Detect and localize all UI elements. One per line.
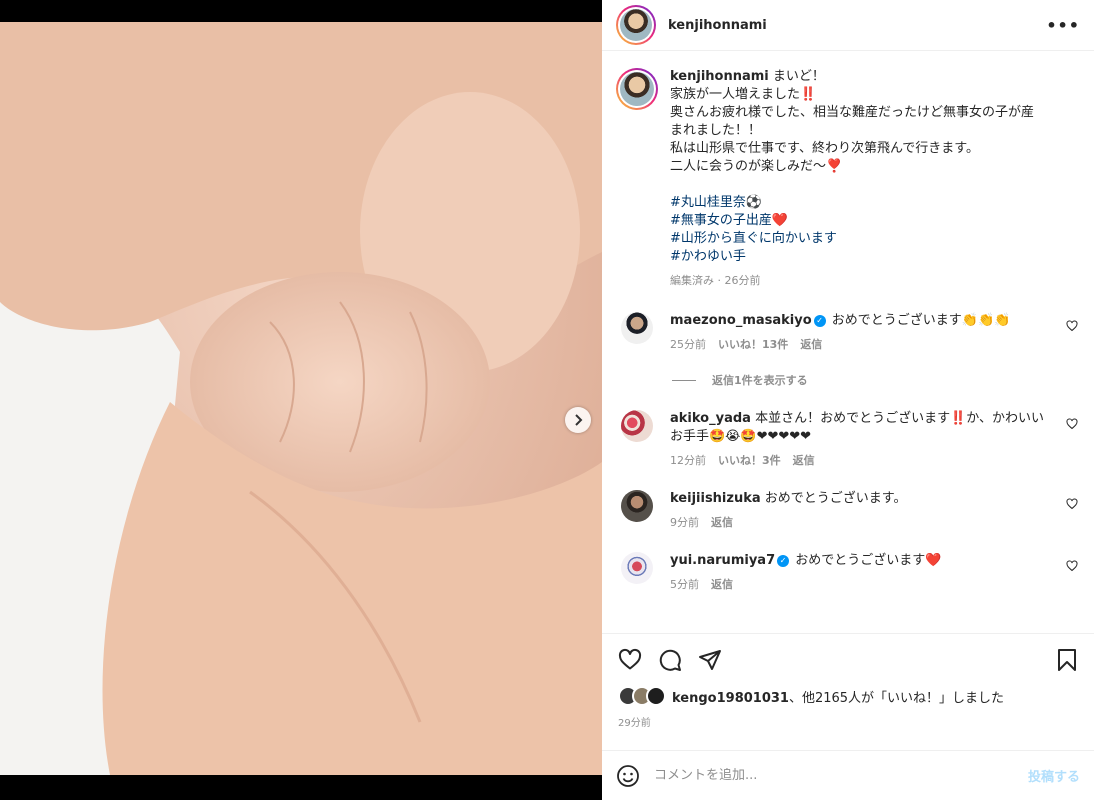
comment-text: おめでとうございます。 xyxy=(764,491,907,506)
comments-area[interactable]: kenjihonnami まいど！ 家族が一人増えました‼️ 奥さんお疲れ様でし… xyxy=(602,52,1094,632)
commenter-username[interactable]: keijiishizuka xyxy=(670,491,761,506)
author-username[interactable]: kenjihonnami xyxy=(668,18,767,33)
comment-text: おめでとうございます👏👏👏 xyxy=(831,313,1011,328)
commenter-avatar[interactable] xyxy=(621,410,653,442)
hashtag-link[interactable]: #無事女の子出産❤️ xyxy=(670,212,1070,230)
heart-icon[interactable] xyxy=(1066,320,1078,332)
comment-time: 12分前 xyxy=(670,454,706,467)
liker-avatar xyxy=(646,686,666,706)
ellipsis-icon[interactable]: ••• xyxy=(1046,16,1080,35)
post-timestamp: 29分前 xyxy=(618,718,651,729)
caption-line: 家族が一人増えました‼️ xyxy=(670,87,817,102)
caption-line: 二人に会うのが楽しみだ〜❣️ xyxy=(670,159,843,174)
comment-input[interactable] xyxy=(654,768,1028,783)
heart-icon[interactable] xyxy=(1066,560,1078,572)
comment-bubble-icon[interactable] xyxy=(658,648,682,672)
chevron-right-icon xyxy=(575,414,583,426)
next-photo-button[interactable] xyxy=(565,407,591,433)
comment-item: akiko_yada 本並さん！おめでとうございます‼️か、かわいいお手手🤩😭🤩… xyxy=(616,410,1080,470)
comment-text: おめでとうございます❤️ xyxy=(795,553,942,568)
post-panel: kenjihonnami ••• kenjihonnami まいど！ 家族が一人… xyxy=(602,0,1094,800)
commenter-username[interactable]: akiko_yada xyxy=(670,411,751,426)
commenter-username[interactable]: yui.narumiya7 xyxy=(670,553,775,568)
post-comment-button[interactable]: 投稿する xyxy=(1028,766,1080,785)
caption-avatar[interactable] xyxy=(616,68,658,110)
like-heart-icon[interactable] xyxy=(618,648,642,672)
comment-item: maezono_masakiyo ✓ おめでとうございます👏👏👏 25分前 いいね… xyxy=(616,312,1080,354)
comment-item: yui.narumiya7 ✓ おめでとうございます❤️ 5分前 返信 xyxy=(616,552,1080,594)
comment-likes[interactable]: いいね！13件 xyxy=(718,336,788,354)
add-comment-bar: 投稿する xyxy=(602,750,1094,800)
caption-line: まれました！！ xyxy=(670,123,762,138)
heart-icon[interactable] xyxy=(1066,498,1078,510)
comment-time: 25分前 xyxy=(670,338,706,351)
hashtag-link[interactable]: #丸山桂里奈⚽️ xyxy=(670,194,1070,212)
comment-likes[interactable]: いいね！3件 xyxy=(718,452,781,470)
likes-count-text[interactable]: 、他2165人が「いいね！」しました xyxy=(789,691,1004,706)
caption-line: まいど！ xyxy=(772,69,825,84)
hashtag-link[interactable]: #山形から直ぐに向かいます xyxy=(670,230,1070,248)
heart-icon[interactable] xyxy=(1066,418,1078,430)
baby-hand-photo xyxy=(0,22,602,775)
comment-time: 9分前 xyxy=(670,516,699,529)
reply-button[interactable]: 返信 xyxy=(800,336,822,354)
post-header: kenjihonnami ••• xyxy=(602,0,1094,51)
view-replies-button[interactable]: 返信1件を表示する xyxy=(672,372,1080,388)
comment-item: keijiishizuka おめでとうございます。 9分前 返信 xyxy=(616,490,1080,532)
share-paper-plane-icon[interactable] xyxy=(698,648,722,672)
emoji-icon[interactable] xyxy=(616,764,640,788)
reply-button[interactable]: 返信 xyxy=(793,452,815,470)
verified-badge-icon: ✓ xyxy=(813,315,826,327)
caption-line: 私は山形県で仕事です、終わり次第飛んで行きます。 xyxy=(670,141,980,156)
post-actions: kengo19801031、他2165人が「いいね！」しました 29分前 xyxy=(602,633,1094,729)
likes-summary: kengo19801031、他2165人が「いいね！」しました xyxy=(618,686,1078,706)
caption-line: 奥さんお疲れ様でした、相当な難産だったけど無事女の子が産 xyxy=(670,105,1035,120)
commenter-username[interactable]: maezono_masakiyo xyxy=(670,313,812,328)
commenter-avatar[interactable] xyxy=(621,490,653,522)
post-photo[interactable] xyxy=(0,22,602,775)
reply-button[interactable]: 返信 xyxy=(711,514,733,532)
author-avatar[interactable] xyxy=(616,5,656,45)
comment-time: 5分前 xyxy=(670,578,699,591)
commenter-avatar[interactable] xyxy=(621,312,653,344)
post-caption: kenjihonnami まいど！ 家族が一人増えました‼️ 奥さんお疲れ様でし… xyxy=(616,68,1080,290)
reply-button[interactable]: 返信 xyxy=(711,576,733,594)
liker-username[interactable]: kengo19801031 xyxy=(672,691,789,706)
caption-meta: 編集済み · 26分前 xyxy=(670,274,761,287)
verified-badge-icon: ✓ xyxy=(777,555,790,567)
caption-username[interactable]: kenjihonnami xyxy=(670,69,769,84)
hashtag-link[interactable]: #かわゆい手 xyxy=(670,248,1070,266)
commenter-avatar[interactable] xyxy=(621,552,653,584)
bookmark-icon[interactable] xyxy=(1056,648,1078,672)
